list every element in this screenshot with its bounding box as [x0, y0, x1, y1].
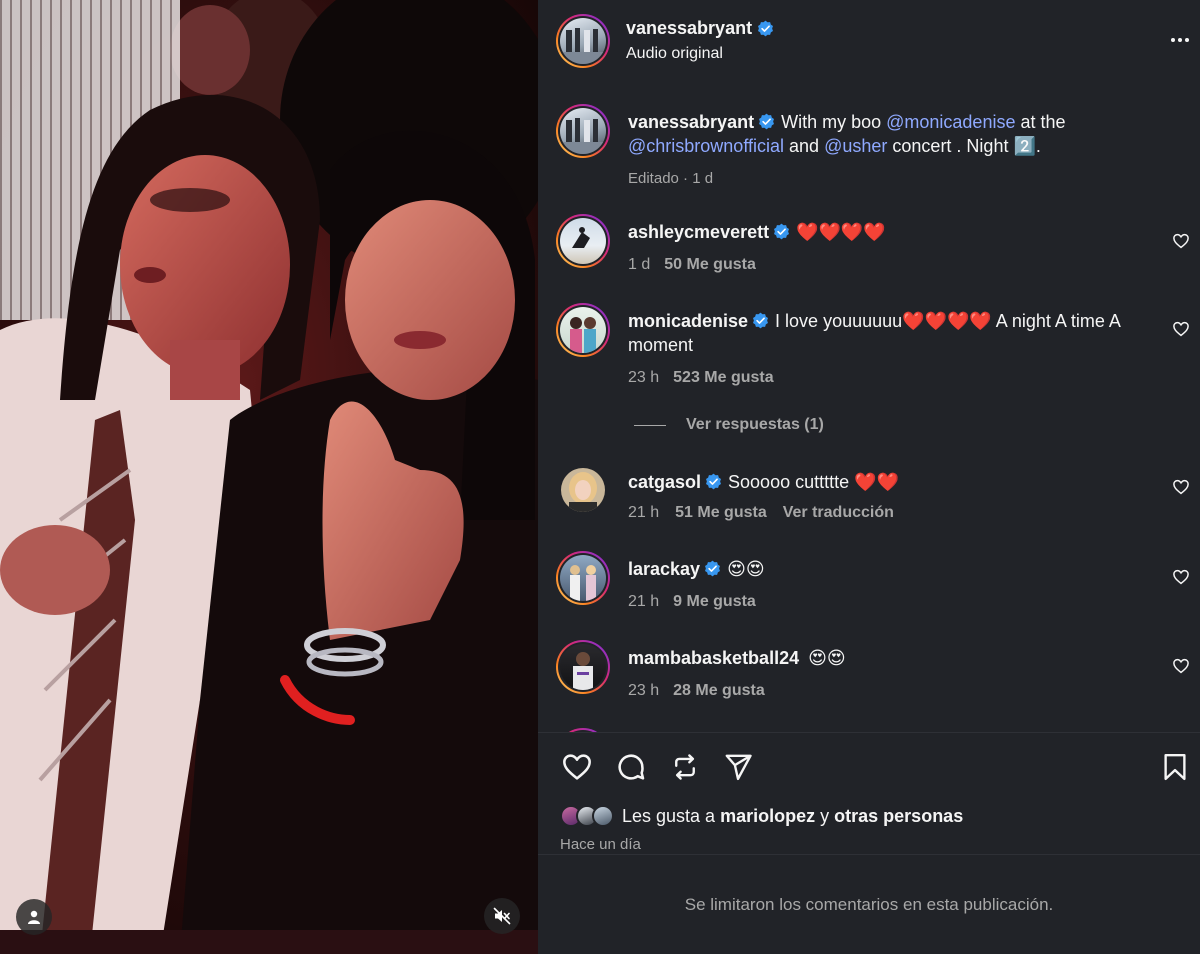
likes-summary[interactable]: Les gusta a mariolopez y otras personas [560, 805, 963, 827]
like-comment-heart-icon[interactable] [1172, 478, 1190, 496]
comment-time: 21 h [628, 504, 660, 521]
comment-meta: 21 h 51 Me gusta Ver traducción [628, 504, 894, 522]
comments-list[interactable]: vanessabryant With my boo @monicadenise a… [538, 84, 1200, 732]
mention-link[interactable]: @chrisbrownofficial [628, 136, 784, 156]
comment-icon [618, 754, 645, 780]
like-button[interactable] [560, 750, 594, 784]
comment-item: mambabasketball24 😍😍 23 h 28 Me gusta [538, 640, 1200, 710]
comment-text: 😍😍 [808, 648, 846, 668]
liker-username[interactable]: mariolopez [720, 806, 815, 827]
speaker-muted-icon [493, 907, 511, 925]
comment-item: monicadenise I love youuuuuu❤️❤️❤️❤️ A ni… [538, 303, 1200, 433]
post-timestamp[interactable]: Hace un día [560, 836, 641, 853]
comment-likes[interactable]: 9 Me gusta [673, 593, 756, 611]
comment-username[interactable]: monicadenise [628, 311, 748, 331]
verified-badge-icon [706, 473, 722, 490]
comment-avatar[interactable] [561, 468, 605, 512]
audio-label[interactable]: Audio original [626, 45, 723, 63]
comment-text: ❤️❤️❤️❤️ [796, 222, 886, 242]
save-button[interactable] [1158, 750, 1192, 784]
share-button[interactable] [721, 750, 755, 784]
user-tag-button[interactable] [16, 899, 52, 935]
repost-button[interactable] [668, 750, 702, 784]
like-comment-heart-icon[interactable] [1172, 568, 1190, 586]
verified-badge-icon [705, 560, 721, 577]
mention-link[interactable]: @monicadenise [886, 112, 1015, 132]
repost-icon [675, 754, 695, 780]
like-comment-heart-icon[interactable] [1172, 657, 1190, 675]
comment-username[interactable]: larackay [628, 559, 700, 579]
heart-icon [563, 754, 591, 780]
post-media[interactable] [0, 0, 538, 954]
comment-text: Sooooo cuttttte ❤️❤️ [728, 472, 899, 492]
verified-badge-icon [774, 223, 790, 240]
comment-meta: 1 d 50 Me gusta [628, 256, 756, 274]
comment-username[interactable]: ashleycmeverett [628, 222, 769, 242]
comment-time: 23 h [628, 369, 660, 386]
comment-meta: 23 h 28 Me gusta [628, 682, 765, 700]
comment-avatar[interactable] [556, 303, 610, 357]
caption-meta: Editado · 1 d [628, 170, 714, 187]
comment-username[interactable]: catgasol [628, 472, 701, 492]
comment-avatar[interactable] [556, 214, 610, 268]
comment-likes[interactable]: 51 Me gusta [675, 504, 767, 522]
comment-username[interactable]: mambabasketball24 [628, 648, 799, 668]
post-header: vanessabryant Audio original [538, 0, 1200, 84]
view-replies-button[interactable]: Ver respuestas (1) [634, 416, 824, 434]
comment-meta: 21 h 9 Me gusta [628, 593, 756, 611]
comment-likes[interactable]: 28 Me gusta [673, 682, 765, 700]
author-username[interactable]: vanessabryant [626, 18, 752, 39]
verified-badge-icon [753, 312, 769, 329]
comment-item: ashleycmeverett ❤️❤️❤️❤️ 1 d 50 Me gusta [538, 214, 1200, 284]
comment-likes[interactable]: 523 Me gusta [673, 369, 773, 387]
liker-avatar [592, 805, 614, 827]
comment-button[interactable] [614, 750, 648, 784]
comment-meta: 23 h 523 Me gusta [628, 369, 774, 387]
instagram-post-view: vanessabryant Audio original vanessabrya… [0, 0, 1200, 954]
post-actions-bar: Les gusta a mariolopez y otras personas … [538, 732, 1200, 854]
comment-avatar[interactable] [556, 640, 610, 694]
like-comment-heart-icon[interactable] [1172, 232, 1190, 250]
caption-text: vanessabryant With my boo @monicadenise a… [628, 112, 1066, 156]
verified-badge-icon [759, 113, 775, 130]
comment-time: 1 d [628, 256, 651, 273]
comment-likes[interactable]: 50 Me gusta [664, 256, 756, 274]
post-photo [0, 0, 538, 954]
caption-avatar[interactable] [556, 104, 610, 158]
comment-time: 23 h [628, 682, 660, 699]
comment-item: larackay 😍😍 21 h 9 Me gusta [538, 551, 1200, 621]
caption-author[interactable]: vanessabryant [628, 112, 754, 132]
replies-divider [634, 424, 666, 426]
mention-link[interactable]: @usher [824, 136, 887, 156]
more-options-button[interactable] [1168, 30, 1192, 50]
bookmark-icon [1164, 753, 1186, 781]
other-likers-link[interactable]: otras personas [834, 806, 963, 827]
comments-limited-notice: Se limitaron los comentarios en esta pub… [538, 854, 1200, 954]
translate-link[interactable]: Ver traducción [783, 504, 894, 522]
mute-button[interactable] [484, 898, 520, 934]
comment-item: catgasol Sooooo cuttttte ❤️❤️ 21 h 51 Me … [538, 464, 1200, 534]
comment-avatar[interactable] [556, 551, 610, 605]
post-caption: vanessabryant With my boo @monicadenise a… [538, 104, 1200, 194]
post-side-panel: vanessabryant Audio original vanessabrya… [538, 0, 1200, 954]
more-horizontal-icon [1171, 38, 1175, 42]
send-icon [725, 754, 752, 781]
verified-badge-icon [758, 20, 774, 37]
user-icon [28, 910, 40, 924]
comment-time: 21 h [628, 593, 660, 610]
like-comment-heart-icon[interactable] [1172, 320, 1190, 338]
comment-text: 😍😍 [727, 559, 765, 579]
author-avatar[interactable] [556, 14, 610, 68]
